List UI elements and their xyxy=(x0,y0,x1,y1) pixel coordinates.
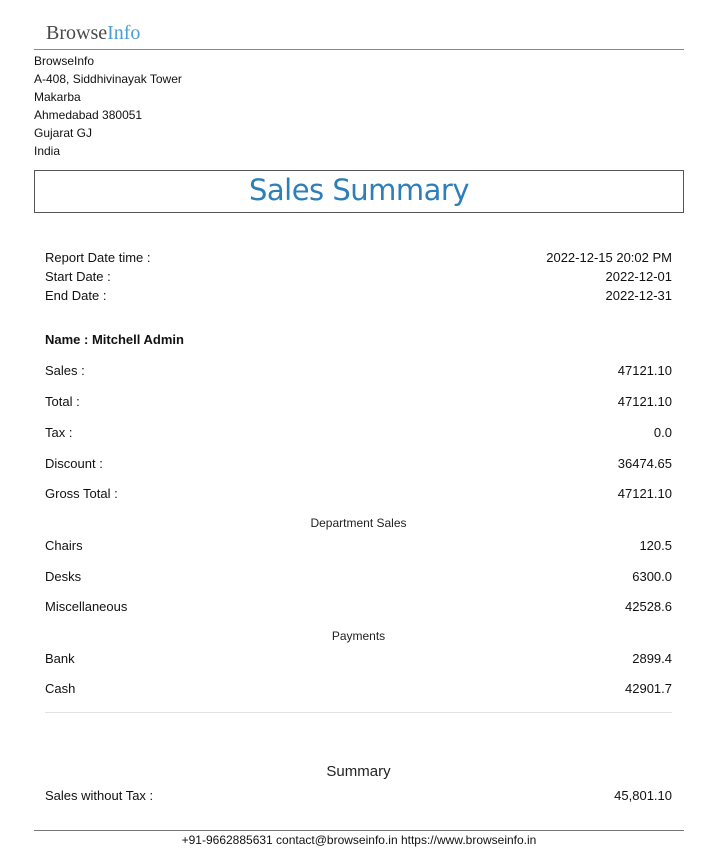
end-date-value: 2022-12-31 xyxy=(605,288,673,303)
department-row: Desks 6300.0 xyxy=(45,569,672,585)
salesperson-name: Name : Mitchell Admin xyxy=(45,332,184,347)
address-line-1: A-408, Siddhivinayak Tower xyxy=(34,72,182,86)
end-date-label: End Date : xyxy=(45,288,107,303)
start-date-label: Start Date : xyxy=(45,269,111,284)
total-row: Tax : 0.0 xyxy=(45,425,672,441)
section-divider xyxy=(45,712,672,713)
total-row-value: 0.0 xyxy=(653,425,672,440)
total-row-label: Gross Total : xyxy=(45,486,118,501)
end-date-row: End Date : 2022-12-31 xyxy=(45,288,672,304)
department-value: 120.5 xyxy=(639,538,672,553)
department-value: 6300.0 xyxy=(632,569,672,584)
report-title-box: Sales Summary xyxy=(34,170,684,213)
report-datetime-label: Report Date time : xyxy=(45,250,151,265)
total-row: Gross Total : 47121.10 xyxy=(45,486,672,502)
footer-divider xyxy=(34,830,684,831)
payment-label: Cash xyxy=(45,681,76,696)
total-row-value: 36474.65 xyxy=(617,456,672,471)
browseinfo-logo: BrowseInfo xyxy=(46,22,140,45)
start-date-value: 2022-12-01 xyxy=(605,269,673,284)
department-label: Desks xyxy=(45,569,82,584)
total-row: Total : 47121.10 xyxy=(45,394,672,410)
payment-value: 2899.4 xyxy=(632,651,672,666)
sales-without-tax-label: Sales without Tax : xyxy=(45,788,154,803)
total-row-value: 47121.10 xyxy=(617,394,672,409)
department-row: Chairs 120.5 xyxy=(45,538,672,554)
total-row-label: Total : xyxy=(45,394,80,409)
sales-without-tax-value: 45,801.10 xyxy=(614,788,672,803)
payment-value: 42901.7 xyxy=(625,681,672,696)
header-divider xyxy=(34,49,684,50)
department-row: Miscellaneous 42528.6 xyxy=(45,599,672,615)
total-row-value: 47121.10 xyxy=(617,486,672,501)
department-label: Miscellaneous xyxy=(45,599,128,614)
report-datetime-row: Report Date time : 2022-12-15 20:02 PM xyxy=(45,250,672,266)
payments-heading: Payments xyxy=(331,629,386,643)
report-datetime-value: 2022-12-15 20:02 PM xyxy=(546,250,672,265)
logo-text-info: Info xyxy=(107,22,141,44)
total-row: Sales : 47121.10 xyxy=(45,363,672,379)
payment-row: Cash 42901.7 xyxy=(45,681,672,697)
company-name: BrowseInfo xyxy=(34,54,95,68)
total-row-label: Tax : xyxy=(45,425,73,440)
payment-row: Bank 2899.4 xyxy=(45,651,672,667)
total-row-value: 47121.10 xyxy=(617,363,672,378)
address-line-5: India xyxy=(34,144,61,158)
total-row: Discount : 36474.65 xyxy=(45,456,672,472)
payment-label: Bank xyxy=(45,651,75,666)
logo-text-browse: Browse xyxy=(46,22,108,44)
total-row-label: Discount : xyxy=(45,456,103,471)
report-title: Sales Summary xyxy=(248,173,470,207)
footer-contact: +91-9662885631 contact@browseinfo.in htt… xyxy=(181,833,537,847)
summary-heading: Summary xyxy=(326,763,391,780)
department-sales-heading: Department Sales xyxy=(310,516,407,530)
department-label: Chairs xyxy=(45,538,83,553)
department-value: 42528.6 xyxy=(625,599,672,614)
start-date-row: Start Date : 2022-12-01 xyxy=(45,269,672,285)
address-line-2: Makarba xyxy=(34,90,81,104)
total-row-label: Sales : xyxy=(45,363,85,378)
company-address: BrowseInfo A-408, Siddhivinayak Tower Ma… xyxy=(34,52,182,160)
address-line-4: Gujarat GJ xyxy=(34,126,93,140)
address-line-3: Ahmedabad 380051 xyxy=(34,108,143,122)
sales-without-tax-row: Sales without Tax : 45,801.10 xyxy=(45,788,672,804)
